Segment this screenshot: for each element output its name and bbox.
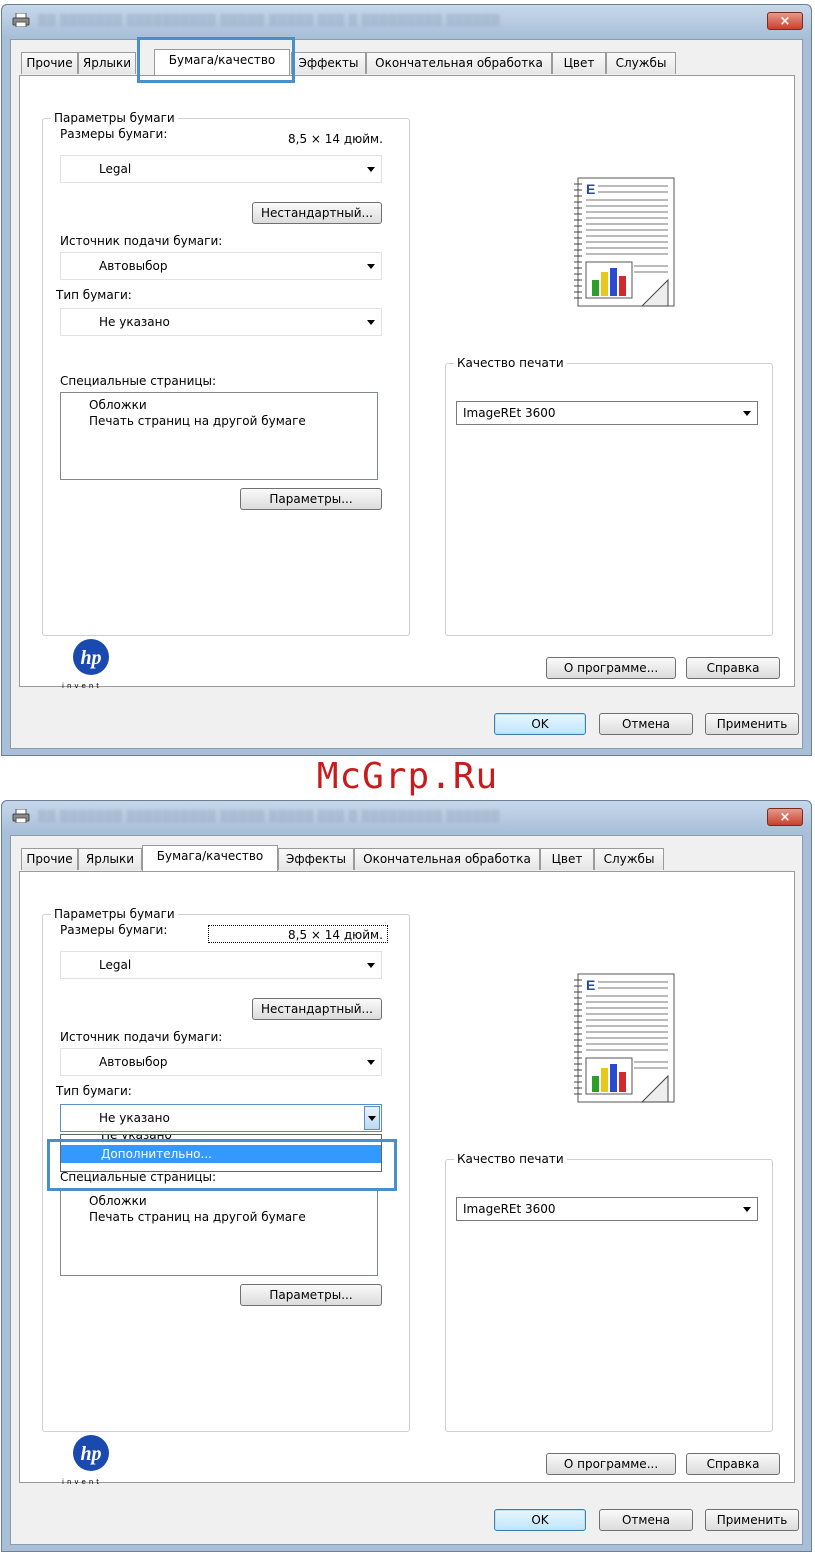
window-title: ▒▒ ▒▒▒▒▒▒▒ ▒▒▒▒▒▒▒▒▒▒ ▒▒▒▒▒ ▒▒▒▒▒ ▒▒▒ ▒ … bbox=[38, 810, 501, 823]
tab-finishing[interactable]: Окончательная обработка bbox=[366, 52, 552, 74]
paper-type-select[interactable]: Не указано bbox=[60, 1104, 382, 1132]
print-quality-legend: Качество печати bbox=[454, 1152, 567, 1166]
special-settings-button[interactable]: Параметры... bbox=[240, 488, 382, 510]
watermark: McGrp.Ru bbox=[316, 756, 499, 797]
window-title: ▒▒ ▒▒▒▒▒▒▒ ▒▒▒▒▒▒▒▒▒▒ ▒▒▒▒▒ ▒▒▒▒▒ ▒▒▒ ▒ … bbox=[38, 14, 501, 27]
chevron-down-icon bbox=[368, 1116, 376, 1121]
custom-size-button[interactable]: Нестандартный... bbox=[252, 202, 382, 224]
printer-icon bbox=[12, 13, 30, 27]
ok-button[interactable]: OK bbox=[494, 713, 586, 735]
paper-size-label: Размеры бумаги: bbox=[60, 127, 168, 141]
hp-invent-text: invent bbox=[62, 682, 103, 690]
ok-button[interactable]: OK bbox=[494, 1509, 586, 1531]
page-preview-icon: E bbox=[574, 177, 675, 307]
paper-type-select[interactable]: Не указано bbox=[60, 308, 382, 336]
chevron-down-icon bbox=[367, 167, 375, 172]
paper-source-select-value: Автовыбор bbox=[99, 1055, 168, 1069]
help-button[interactable]: Справка bbox=[686, 1453, 780, 1475]
paper-size-select[interactable]: Legal bbox=[60, 951, 382, 979]
title-bar: ▒▒ ▒▒▒▒▒▒▒ ▒▒▒▒▒▒▒▒▒▒ ▒▒▒▒▒ ▒▒▒▒▒ ▒▒▒ ▒ … bbox=[2, 5, 811, 37]
tab-finishing[interactable]: Окончательная обработка bbox=[354, 848, 540, 870]
special-pages-label: Специальные страницы: bbox=[60, 374, 217, 388]
svg-text:E: E bbox=[586, 181, 595, 197]
chevron-down-icon bbox=[367, 320, 375, 325]
special-pages-list[interactable]: Обложки Печать страниц на другой бумаге bbox=[60, 392, 378, 480]
tab-color[interactable]: Цвет bbox=[552, 52, 606, 74]
cancel-button[interactable]: Отмена bbox=[599, 1509, 693, 1531]
dialog-client: Прочие Ярлыки Бумага/качество Эффекты Ок… bbox=[10, 39, 803, 749]
list-item[interactable]: Обложки bbox=[89, 398, 147, 412]
tab-shortcuts[interactable]: Ярлыки bbox=[78, 52, 136, 74]
tab-other[interactable]: Прочие bbox=[21, 52, 78, 74]
print-quality-select[interactable]: ImageREt 3600 bbox=[456, 1197, 758, 1221]
cancel-button[interactable]: Отмена bbox=[599, 713, 693, 735]
special-pages-list[interactable]: Обложки Печать страниц на другой бумаге bbox=[60, 1188, 378, 1276]
tab-effects[interactable]: Эффекты bbox=[278, 848, 354, 870]
paper-size-select[interactable]: Legal bbox=[60, 155, 382, 183]
dropdown-button[interactable] bbox=[364, 1106, 380, 1130]
apply-button[interactable]: Применить bbox=[705, 713, 799, 735]
printer-icon bbox=[12, 809, 30, 823]
svg-text:hp: hp bbox=[80, 647, 101, 669]
chevron-down-icon bbox=[367, 264, 375, 269]
custom-size-button[interactable]: Нестандартный... bbox=[252, 998, 382, 1020]
printer-dialog-1: ▒▒ ▒▒▒▒▒▒▒ ▒▒▒▒▒▒▒▒▒▒ ▒▒▒▒▒ ▒▒▒▒▒ ▒▒▒ ▒ … bbox=[1, 4, 812, 756]
paper-type-select-value: Не указано bbox=[99, 1111, 170, 1125]
tab-paper-quality[interactable]: Бумага/качество bbox=[154, 49, 290, 75]
svg-text:hp: hp bbox=[80, 1443, 101, 1465]
paper-source-label: Источник подачи бумаги: bbox=[60, 1030, 223, 1044]
tab-services[interactable]: Службы bbox=[606, 52, 676, 74]
paper-source-select-value: Автовыбор bbox=[99, 259, 168, 273]
paper-source-select[interactable]: Автовыбор bbox=[60, 1048, 382, 1076]
about-button[interactable]: О программе... bbox=[546, 1453, 676, 1475]
special-settings-button[interactable]: Параметры... bbox=[240, 1284, 382, 1306]
paper-size-label: Размеры бумаги: bbox=[60, 923, 168, 937]
paper-source-label: Источник подачи бумаги: bbox=[60, 234, 223, 248]
paper-size-select-value: Legal bbox=[99, 162, 132, 176]
list-item[interactable]: Печать страниц на другой бумаге bbox=[89, 1210, 306, 1224]
paper-size-value: 8,5 × 14 дюйм. bbox=[288, 132, 383, 146]
tab-color[interactable]: Цвет bbox=[540, 848, 594, 870]
title-bar: ▒▒ ▒▒▒▒▒▒▒ ▒▒▒▒▒▒▒▒▒▒ ▒▒▒▒▒ ▒▒▒▒▒ ▒▒▒ ▒ … bbox=[2, 801, 811, 833]
paper-source-select[interactable]: Автовыбор bbox=[60, 252, 382, 280]
tab-paper-quality[interactable]: Бумага/качество bbox=[142, 845, 278, 871]
print-quality-legend: Качество печати bbox=[454, 356, 567, 370]
paper-options-legend: Параметры бумаги bbox=[51, 111, 178, 125]
about-button[interactable]: О программе... bbox=[546, 657, 676, 679]
list-item[interactable]: Печать страниц на другой бумаге bbox=[89, 414, 306, 428]
tab-other[interactable]: Прочие bbox=[21, 848, 78, 870]
paper-size-value: 8,5 × 14 дюйм. bbox=[288, 928, 383, 942]
page-preview-icon: E bbox=[574, 973, 675, 1103]
tab-services[interactable]: Службы bbox=[594, 848, 664, 870]
chevron-down-icon bbox=[743, 411, 751, 416]
tab-shortcuts[interactable]: Ярлыки bbox=[78, 848, 142, 870]
paper-size-select-value: Legal bbox=[99, 958, 132, 972]
chevron-down-icon bbox=[367, 1060, 375, 1065]
paper-type-label: Тип бумаги: bbox=[56, 288, 132, 302]
tab-panel: Параметры бумаги Размеры бумаги: 8,5 × 1… bbox=[19, 75, 795, 690]
list-item[interactable]: Обложки bbox=[89, 1194, 147, 1208]
paper-type-select-value: Не указано bbox=[99, 315, 170, 329]
close-button[interactable]: × bbox=[767, 808, 803, 826]
paper-options-legend: Параметры бумаги bbox=[51, 907, 178, 921]
tab-effects[interactable]: Эффекты bbox=[291, 52, 366, 74]
hp-invent-text: invent bbox=[62, 1478, 103, 1486]
close-button[interactable]: × bbox=[767, 12, 803, 30]
chevron-down-icon bbox=[367, 963, 375, 968]
apply-button[interactable]: Применить bbox=[705, 1509, 799, 1531]
printer-dialog-2: ▒▒ ▒▒▒▒▒▒▒ ▒▒▒▒▒▒▒▒▒▒ ▒▒▒▒▒ ▒▒▒▒▒ ▒▒▒ ▒ … bbox=[1, 800, 812, 1552]
print-quality-select[interactable]: ImageREt 3600 bbox=[456, 401, 758, 425]
print-quality-select-value: ImageREt 3600 bbox=[463, 406, 556, 420]
svg-text:E: E bbox=[586, 977, 595, 993]
print-quality-select-value: ImageREt 3600 bbox=[463, 1202, 556, 1216]
option-highlight-frame bbox=[47, 1139, 397, 1191]
paper-type-label: Тип бумаги: bbox=[56, 1084, 132, 1098]
help-button[interactable]: Справка bbox=[686, 657, 780, 679]
chevron-down-icon bbox=[743, 1207, 751, 1212]
